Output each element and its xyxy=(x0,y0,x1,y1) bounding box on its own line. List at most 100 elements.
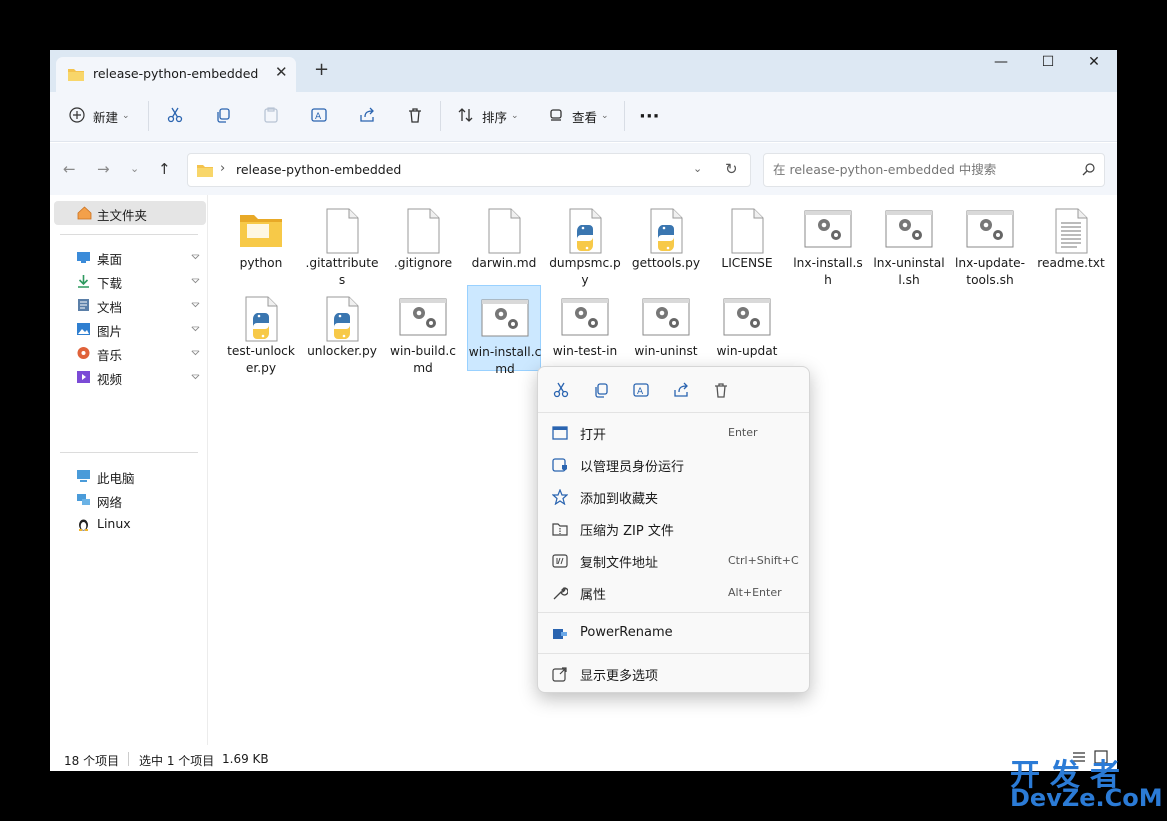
sidebar-item-network[interactable]: 网络 xyxy=(50,488,208,512)
context-menu-item[interactable]: 显示更多选项 xyxy=(542,659,807,689)
context-menu-item[interactable]: PowerRename xyxy=(542,619,807,649)
file-name: darwin.md xyxy=(471,256,537,270)
new-button[interactable]: 新建 ⌄ xyxy=(68,104,130,128)
sidebar-item-home[interactable]: 主文件夹 xyxy=(54,201,206,225)
cut-icon[interactable] xyxy=(552,381,570,399)
context-menu-item[interactable]: 复制文件地址 Ctrl+Shift+C xyxy=(542,546,807,576)
selection-count: 选中 1 个项目 xyxy=(139,754,215,768)
file-item[interactable]: lnx-uninstall.sh xyxy=(872,197,946,287)
sidebar-divider xyxy=(60,452,198,453)
file-item[interactable]: python xyxy=(224,197,298,283)
copy-icon[interactable] xyxy=(592,381,610,399)
paste-button[interactable] xyxy=(262,104,280,128)
file-item[interactable]: win-updat xyxy=(710,285,784,371)
copy-button[interactable] xyxy=(214,104,232,128)
file-item[interactable]: win-build.cmd xyxy=(386,285,460,375)
file-item[interactable]: lnx-install.sh xyxy=(791,197,865,287)
context-menu-item[interactable]: 压缩为 ZIP 文件 xyxy=(542,514,807,544)
file-item[interactable]: win-install.cmd xyxy=(467,285,541,376)
tab-title: release-python-embedded xyxy=(93,66,259,81)
file-name: test-unlocker.py xyxy=(227,344,295,375)
file-item[interactable]: win-uninst xyxy=(629,285,703,371)
sidebar-item-label: 桌面 xyxy=(97,252,123,267)
file-item[interactable]: readme.txt xyxy=(1034,197,1108,283)
svg-text:A: A xyxy=(315,112,322,122)
search-box[interactable] xyxy=(763,153,1105,187)
status-divider xyxy=(128,752,129,766)
delete-button[interactable] xyxy=(406,104,424,128)
context-menu-item[interactable]: 以管理员身份运行 xyxy=(542,450,807,480)
file-item[interactable]: test-unlocker.py xyxy=(224,285,298,375)
star-icon xyxy=(551,488,569,506)
tab-release-python-embedded[interactable]: release-python-embedded ✕ xyxy=(56,57,296,92)
rename-button[interactable]: A xyxy=(310,104,328,128)
file-item[interactable]: .gitattributes xyxy=(305,197,379,287)
file-name: win-uninst xyxy=(634,344,698,358)
forward-arrow-icon[interactable]: → xyxy=(97,160,110,178)
address-bar[interactable]: › release-python-embedded ⌄ ↻ xyxy=(187,153,751,187)
recent-locations-chevron-icon[interactable]: ⌄ xyxy=(130,162,139,175)
back-arrow-icon[interactable]: ← xyxy=(63,160,76,178)
breadcrumb-current[interactable]: release-python-embedded xyxy=(236,162,401,177)
toolbar-divider xyxy=(624,101,625,131)
command-bar: 新建 ⌄ A 排序 ⌄ 查看 ⌄ ··· xyxy=(50,92,1117,142)
refresh-icon[interactable]: ↻ xyxy=(725,160,738,178)
sidebar-divider xyxy=(60,234,198,235)
close-tab-icon[interactable]: ✕ xyxy=(275,63,288,81)
breadcrumb-separator-icon[interactable]: › xyxy=(220,161,225,176)
share-button[interactable] xyxy=(358,104,376,128)
documents-icon xyxy=(76,298,91,312)
pin-icon[interactable]: ⊿ xyxy=(188,273,202,287)
sidebar-item-documents[interactable]: 文档 ⊿ xyxy=(50,293,208,317)
view-label: 查看 xyxy=(572,109,598,125)
file-item[interactable]: .gitignore xyxy=(386,197,460,283)
share-icon[interactable] xyxy=(672,381,690,399)
folder-icon xyxy=(196,162,214,182)
cut-button[interactable] xyxy=(166,104,184,128)
new-tab-button[interactable]: + xyxy=(314,61,329,79)
file-item[interactable]: darwin.md xyxy=(467,197,541,283)
file-item[interactable]: unlocker.py xyxy=(305,285,379,371)
pin-icon[interactable]: ⊿ xyxy=(188,369,202,383)
file-item[interactable]: win-test-in xyxy=(548,285,622,371)
delete-icon[interactable] xyxy=(712,381,730,399)
file-item[interactable]: lnx-update-tools.sh xyxy=(953,197,1027,287)
sort-button[interactable]: 排序 ⌄ xyxy=(457,104,519,128)
search-icon[interactable] xyxy=(1082,161,1096,180)
minimize-button[interactable]: — xyxy=(978,54,1024,80)
file-item[interactable]: dumpsmc.py xyxy=(548,197,622,287)
close-window-button[interactable]: ✕ xyxy=(1071,54,1117,80)
search-input[interactable] xyxy=(773,162,1073,177)
pin-icon[interactable]: ⊿ xyxy=(188,345,202,359)
script-file-icon xyxy=(481,296,529,344)
context-menu-item[interactable]: 添加到收藏夹 xyxy=(542,482,807,512)
file-icon xyxy=(480,207,528,255)
sidebar-item-music[interactable]: 音乐 ⊿ xyxy=(50,341,208,365)
view-button[interactable]: 查看 ⌄ xyxy=(547,104,609,128)
up-arrow-icon[interactable]: ↑ xyxy=(158,160,171,178)
sidebar-item-desktop[interactable]: 桌面 ⊿ xyxy=(50,245,208,269)
pin-icon[interactable]: ⊿ xyxy=(188,321,202,335)
file-item[interactable]: LICENSE xyxy=(710,197,784,283)
sidebar-item-label: 主文件夹 xyxy=(97,208,148,223)
sidebar-item-computer[interactable]: 此电脑 xyxy=(50,464,208,488)
sidebar-item-pictures[interactable]: 图片 ⊿ xyxy=(50,317,208,341)
pin-icon[interactable]: ⊿ xyxy=(188,249,202,263)
sidebar-item-videos[interactable]: 视频 ⊿ xyxy=(50,365,208,389)
watermark-logo: 开发者 DevZe.CoM xyxy=(1010,750,1165,818)
address-dropdown-icon[interactable]: ⌄ xyxy=(693,162,702,175)
sidebar-item-linux[interactable]: Linux xyxy=(50,512,208,536)
pin-icon[interactable]: ⊿ xyxy=(188,297,202,311)
context-menu-item[interactable]: 属性 Alt+Enter xyxy=(542,578,807,608)
sidebar-item-download[interactable]: 下载 ⊿ xyxy=(50,269,208,293)
pictures-icon xyxy=(76,322,91,336)
file-item[interactable]: gettools.py xyxy=(629,197,703,283)
navigation-pane: 主文件夹 桌面 ⊿ 下载 ⊿ 文档 ⊿ 图片 ⊿ 音乐 ⊿ 视频 ⊿ 此电脑 网… xyxy=(50,195,208,745)
context-menu-item[interactable]: 打开 Enter xyxy=(542,418,807,448)
more-button[interactable]: ··· xyxy=(639,104,660,128)
maximize-button[interactable]: ☐ xyxy=(1025,54,1071,80)
file-name: win-install.cmd xyxy=(468,345,542,376)
sort-label: 排序 xyxy=(482,109,508,125)
rename-icon[interactable]: A xyxy=(632,381,650,399)
home-icon xyxy=(77,206,92,220)
